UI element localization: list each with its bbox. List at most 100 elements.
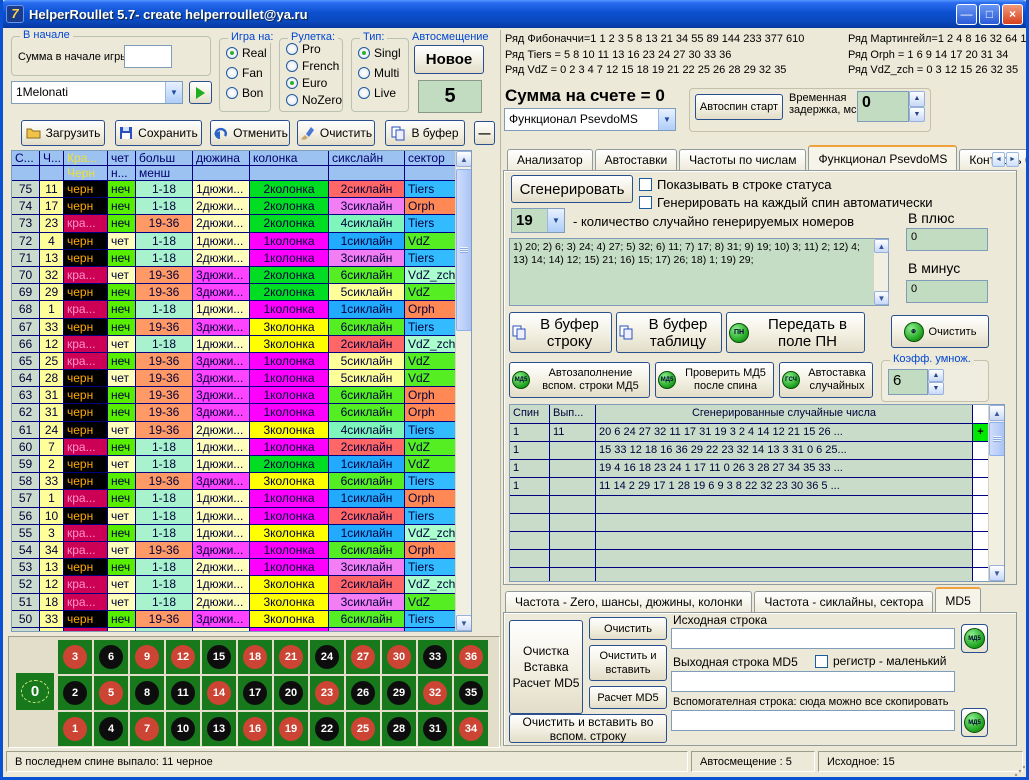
board-number-9[interactable]: 9: [130, 640, 164, 674]
tab-частота-zero-шансы-дюжины-колонки[interactable]: Частота - Zero, шансы, дюжины, колонки: [505, 591, 752, 612]
history-row[interactable]: 7323кра...неч19-362дюжи...2колонка4сикла…: [12, 215, 456, 232]
board-number-34[interactable]: 34: [454, 712, 488, 746]
gen-row[interactable]: 111 14 2 29 17 1 28 19 6 9 3 8 22 32 23 …: [510, 478, 989, 496]
title-bar[interactable]: 7 HelperRoullet 5.7- create helperroulle…: [0, 0, 1029, 28]
autofill-md5-button[interactable]: МД5 Автозаполнение вспом. строки МД5: [509, 362, 650, 398]
board-number-35[interactable]: 35: [454, 676, 488, 710]
checkbox-icon[interactable]: [639, 196, 652, 209]
history-row[interactable]: 5212кра...чет1-181дюжи...3колонка2сиклай…: [12, 576, 456, 593]
save-button[interactable]: Сохранить: [115, 120, 202, 146]
history-scroll-thumb[interactable]: [456, 169, 472, 331]
md5-clear-paste-button[interactable]: Очистить и вставить: [589, 645, 667, 681]
spin-down-icon[interactable]: ▼: [909, 107, 925, 123]
board-number-5[interactable]: 5: [94, 676, 128, 710]
board-number-20[interactable]: 20: [274, 676, 308, 710]
checkbox-icon[interactable]: [639, 178, 652, 191]
tab-автоставки[interactable]: Автоставки: [595, 149, 678, 170]
history-row[interactable]: 6525кра...неч19-363дюжи...1колонка5сикла…: [12, 353, 456, 370]
board-number-12[interactable]: 12: [166, 640, 200, 674]
board-number-15[interactable]: 15: [202, 640, 236, 674]
tab-частота-сиклайны-сектора[interactable]: Частота - сиклайны, сектора: [754, 591, 933, 612]
radio-multi[interactable]: Multi: [358, 65, 408, 81]
maximize-button[interactable]: □: [979, 4, 1000, 25]
history-row[interactable]: 7511черннеч1-181дюжи...2колонка2сиклайнT…: [12, 181, 456, 198]
checkbox-show-status[interactable]: Показывать в строке статуса: [639, 177, 832, 192]
tab-scroll-right-icon[interactable]: ►: [1006, 152, 1019, 167]
md5-run-button[interactable]: МД5: [961, 624, 988, 653]
buffer-button[interactable]: В буфер: [385, 120, 465, 146]
play-button[interactable]: [189, 81, 212, 104]
history-row[interactable]: 571кра...неч1-181дюжи...1колонка1сиклайн…: [12, 490, 456, 507]
board-number-25[interactable]: 25: [346, 712, 380, 746]
close-button[interactable]: ×: [1002, 4, 1023, 25]
minimize-button[interactable]: —: [956, 4, 977, 25]
radio-pro[interactable]: Pro: [286, 41, 342, 57]
tab-анализатор[interactable]: Анализатор: [507, 149, 593, 170]
radio-nozero[interactable]: NoZero: [286, 92, 342, 108]
board-number-31[interactable]: 31: [418, 712, 452, 746]
board-number-11[interactable]: 11: [166, 676, 200, 710]
textarea-scrollbar[interactable]: ▲ ▼: [873, 239, 888, 305]
scroll-down-icon[interactable]: ▼: [989, 565, 1005, 581]
history-scrollbar[interactable]: ▲ ▼: [455, 151, 471, 631]
board-number-6[interactable]: 6: [94, 640, 128, 674]
history-row[interactable]: 5610чернчет1-181дюжи...1колонка2сиклайнT…: [12, 508, 456, 525]
spin-up-icon[interactable]: ▲: [909, 91, 925, 107]
tab-md5[interactable]: MD5: [935, 587, 980, 612]
board-number-29[interactable]: 29: [382, 676, 416, 710]
undo-button[interactable]: Отменить: [210, 120, 290, 146]
md5-aux-run-button[interactable]: МД5: [961, 708, 988, 737]
board-number-2[interactable]: 2: [58, 676, 92, 710]
md5-big-button[interactable]: Очистка Вставка Расчет MD5: [509, 620, 583, 714]
history-row[interactable]: 4916кра...чет1-182дюжи...1колонка3сиклай…: [12, 628, 456, 632]
board-number-13[interactable]: 13: [202, 712, 236, 746]
history-row[interactable]: 592чернчет1-181дюжи...2колонка1сиклайнVd…: [12, 456, 456, 473]
board-number-21[interactable]: 21: [274, 640, 308, 674]
md5-calc-button[interactable]: Расчет MD5: [589, 686, 667, 709]
radio-fan[interactable]: Fan: [226, 65, 270, 81]
md5-out-input[interactable]: [671, 671, 955, 692]
autobet-button[interactable]: ГСЧ Автоставка случайных: [779, 362, 873, 398]
board-number-1[interactable]: 1: [58, 712, 92, 746]
chevron-down-icon[interactable]: ▼: [658, 109, 675, 130]
history-row[interactable]: 6612кра...чет1-181дюжи...3колонка2сиклай…: [12, 336, 456, 353]
gen-row[interactable]: 115 33 12 18 16 36 29 22 23 32 14 13 3 3…: [510, 442, 989, 460]
board-number-27[interactable]: 27: [346, 640, 380, 674]
board-number-10[interactable]: 10: [166, 712, 200, 746]
tab-функционал-psevdoms[interactable]: Функционал PsevdoMS: [808, 145, 957, 170]
board-number-8[interactable]: 8: [130, 676, 164, 710]
load-button[interactable]: Загрузить: [21, 120, 105, 146]
history-row[interactable]: 5313черннеч1-182дюжи...1колонка3сиклайнT…: [12, 559, 456, 576]
md5-source-input[interactable]: [671, 628, 955, 649]
history-row[interactable]: 6231черннеч19-363дюжи...1колонка6сиклайн…: [12, 404, 456, 421]
md5-clear-paste-aux-button[interactable]: Очистить и вставить во вспом. строку: [509, 714, 667, 743]
board-number-36[interactable]: 36: [454, 640, 488, 674]
history-row[interactable]: 7113черннеч1-182дюжи...1колонка3сиклайнT…: [12, 250, 456, 267]
gen-scrollbar[interactable]: ▲ ▼: [988, 405, 1004, 581]
radio-french[interactable]: French: [286, 58, 342, 74]
radio-singl[interactable]: Singl: [358, 45, 408, 61]
history-row[interactable]: 607кра...неч1-181дюжи...1колонка2сиклайн…: [12, 439, 456, 456]
clear-generated-button[interactable]: ⊕ Очистить: [891, 315, 989, 348]
buffer-table-button[interactable]: В буфер таблицу: [616, 312, 722, 353]
minus-value[interactable]: 0: [906, 280, 988, 303]
board-number-33[interactable]: 33: [418, 640, 452, 674]
radio-euro[interactable]: Euro: [286, 75, 342, 91]
generate-button[interactable]: Сгенерировать: [511, 175, 633, 203]
gen-scroll-thumb[interactable]: [989, 422, 1005, 456]
history-row[interactable]: 724чернчет1-181дюжи...1колонка1сиклайнVd…: [12, 233, 456, 250]
board-number-24[interactable]: 24: [310, 640, 344, 674]
autospin-button[interactable]: Автоспин старт: [695, 94, 783, 120]
board-number-18[interactable]: 18: [238, 640, 272, 674]
history-row[interactable]: 5033черннеч19-363дюжи...3колонка6сиклайн…: [12, 611, 456, 628]
generated-numbers-area[interactable]: 1) 20; 2) 6; 3) 24; 4) 27; 5) 32; 6) 11;…: [509, 238, 889, 306]
profile-combo[interactable]: 1Melonati ▼: [11, 81, 183, 104]
scroll-down-icon[interactable]: ▼: [874, 291, 889, 305]
checkbox-icon[interactable]: [815, 655, 828, 668]
history-row[interactable]: 7417черннеч1-182дюжи...2колонка3сиклайнO…: [12, 198, 456, 215]
history-row[interactable]: 5833черннеч19-363дюжи...3колонка6сиклайн…: [12, 473, 456, 490]
history-row[interactable]: 5118кра...чет1-182дюжи...3колонка3сиклай…: [12, 594, 456, 611]
board-number-3[interactable]: 3: [58, 640, 92, 674]
to-pn-button[interactable]: ПН Передать в поле ПН: [726, 312, 865, 353]
history-row[interactable]: 6331черннеч19-363дюжи...1колонка6сиклайн…: [12, 387, 456, 404]
